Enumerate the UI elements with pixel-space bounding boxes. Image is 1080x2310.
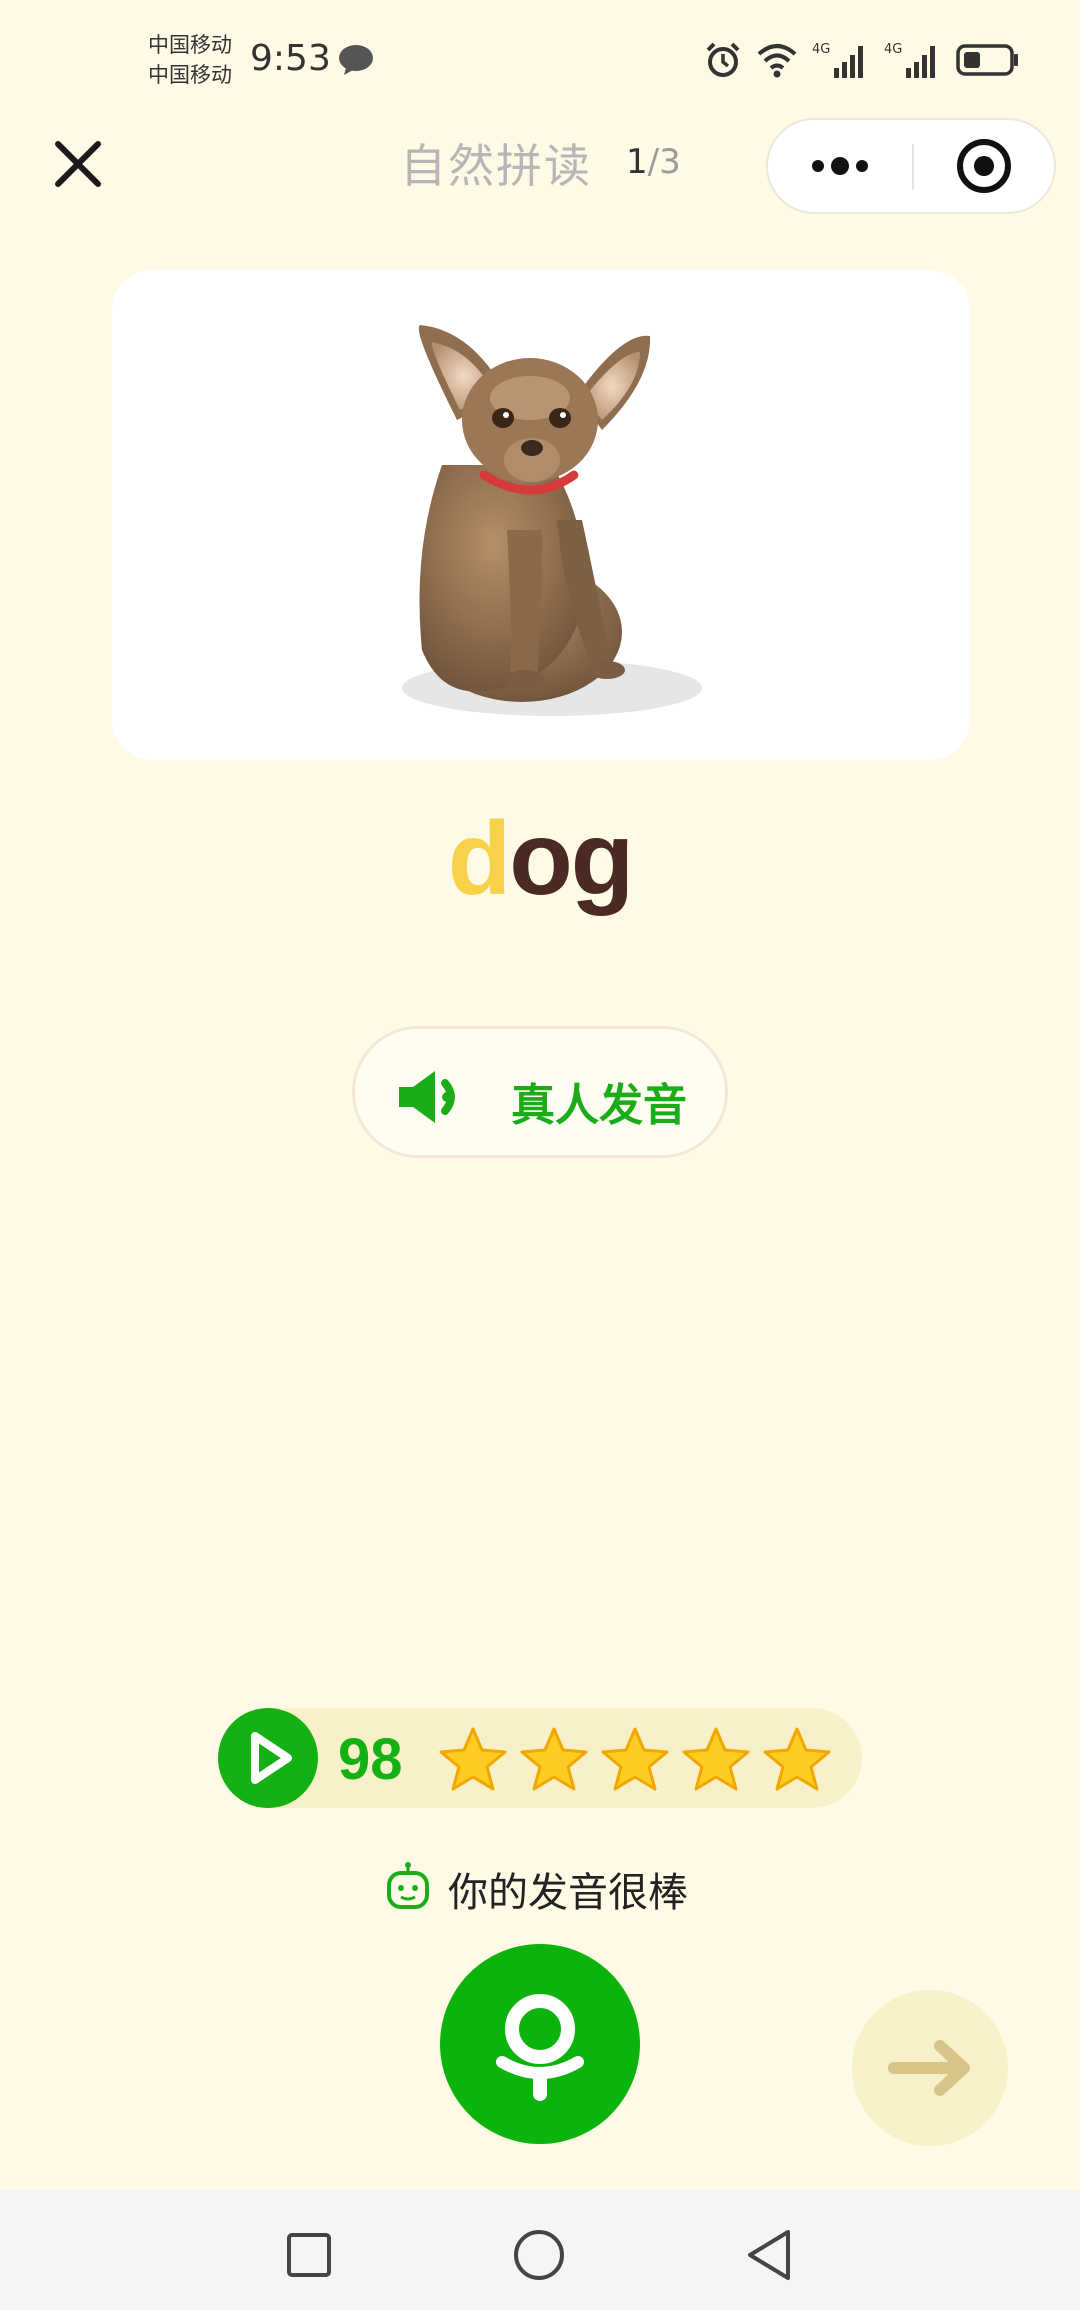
star-icon (601, 1727, 669, 1791)
feedback-text: 你的发音很棒 (448, 1870, 688, 1916)
feedback-row: 你的发音很棒 (384, 1860, 688, 1918)
score-value: 98 (338, 1727, 403, 1792)
arrow-right-icon (888, 2040, 970, 2096)
svg-text:4G: 4G (884, 42, 902, 57)
more-button[interactable] (768, 120, 912, 212)
star-icon (439, 1727, 507, 1791)
real-voice-button[interactable]: 真人发音 (352, 1026, 728, 1158)
real-voice-label: 真人发音 (511, 1080, 687, 1131)
progress-current: 1 (626, 142, 648, 182)
miniprogram-capsule (766, 118, 1056, 214)
status-time: 9:53 (250, 38, 331, 79)
battery-icon (956, 43, 1020, 81)
record-button[interactable] (440, 1944, 640, 2144)
carrier-2: 中国移动 (148, 63, 232, 87)
progress-separator: / (647, 142, 660, 182)
star-icon (520, 1727, 588, 1791)
microphone-icon (496, 1994, 584, 2101)
star-icon (763, 1727, 831, 1791)
progress-total: 3 (659, 142, 681, 182)
system-nav-bar (0, 2190, 1080, 2310)
more-icon (812, 157, 868, 175)
word-highlight-letter: d (447, 801, 512, 917)
exit-button[interactable] (914, 120, 1058, 212)
robot-icon (384, 1861, 432, 1917)
progress-indicator: 1/3 (626, 142, 681, 182)
target-word: dog (0, 800, 1080, 919)
star-icon (682, 1727, 750, 1791)
recent-apps-button[interactable] (286, 2232, 332, 2282)
alarm-icon (704, 41, 742, 83)
page-title: 自然拼读 (400, 139, 592, 193)
carrier-1: 中国移动 (148, 33, 232, 57)
picture-card (112, 270, 970, 760)
close-icon (55, 141, 101, 187)
svg-text:4G: 4G (812, 42, 830, 57)
carrier-labels: 中国移动 中国移动 (148, 30, 232, 90)
star-rating (438, 1726, 832, 1792)
score-panel: 98 (218, 1708, 862, 1808)
status-bar: 中国移动 中国移动 9:53 4G 4G (0, 0, 1080, 120)
close-button[interactable] (50, 136, 106, 192)
signal-4g-icon: 4G (884, 40, 942, 84)
target-icon (957, 139, 1011, 193)
square-icon (287, 2233, 331, 2277)
chihuahua-dog-illustration (402, 325, 702, 716)
back-triangle-icon (748, 2230, 790, 2280)
play-icon (251, 1732, 292, 1784)
chat-bubble-icon (338, 44, 374, 80)
word-rest: og (509, 801, 634, 917)
back-button[interactable] (744, 2228, 794, 2286)
signal-4g-icon: 4G (812, 40, 870, 84)
play-recording-button[interactable] (218, 1708, 318, 1808)
speaker-icon (395, 1067, 475, 1131)
wifi-icon (756, 42, 798, 82)
system-icons: 4G 4G (704, 40, 1020, 84)
home-button[interactable] (512, 2228, 566, 2286)
next-button[interactable] (852, 1990, 1008, 2146)
circle-icon (514, 2230, 564, 2280)
